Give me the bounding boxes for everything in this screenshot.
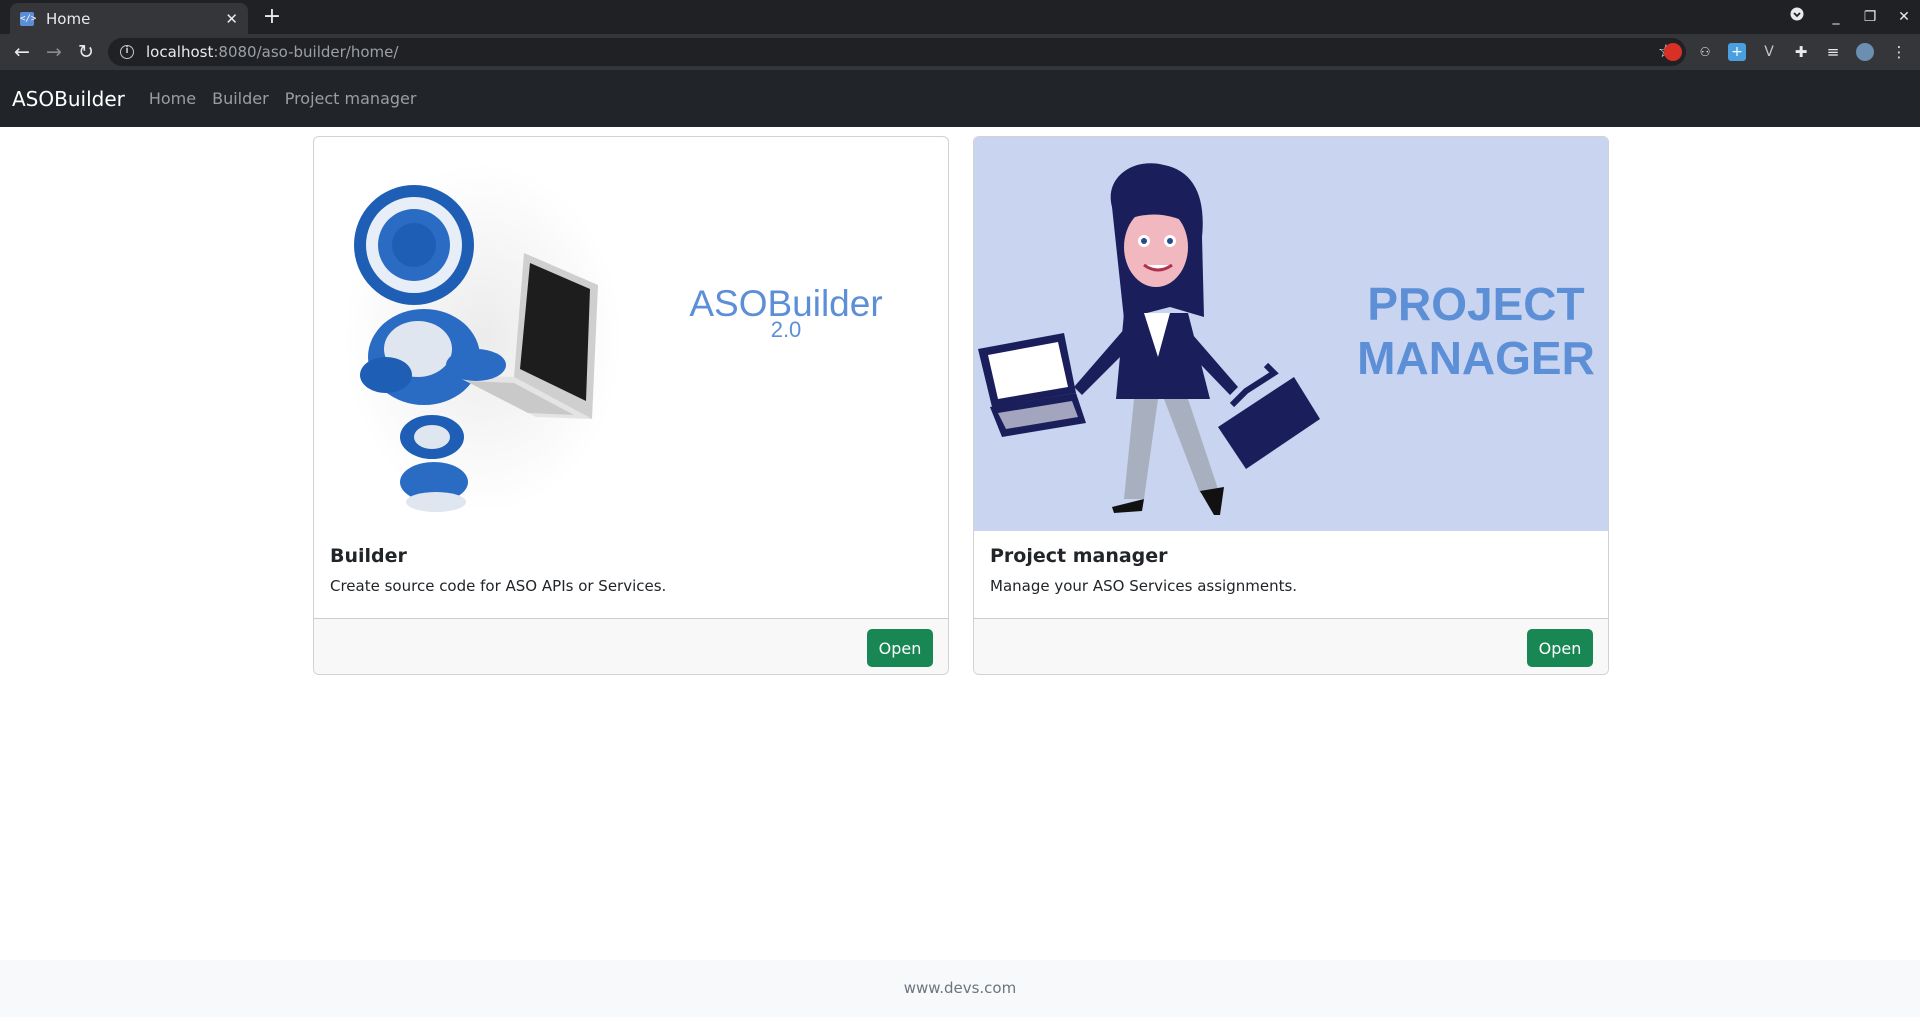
reload-icon[interactable]: ↻ [74,40,98,64]
navbar-brand[interactable]: ASOBuilder [12,87,125,111]
code-favicon-icon: </> [20,11,37,26]
url-path: :8080/aso-builder/home/ [213,43,399,61]
project-manager-card-text: Manage your ASO Services assignments. [990,577,1298,595]
builder-image-version: 2.0 [770,317,802,342]
extension-v-icon[interactable]: V [1760,43,1778,61]
project-manager-card-footer: Open [974,618,1608,674]
new-tab-icon[interactable]: + [258,4,286,30]
project-manager-card: PROJECT MANAGER Project manager Manage y… [973,136,1609,675]
builder-card: ASOBuilder 2.0 Builder Create source cod… [313,136,949,675]
url-host: localhost [146,43,214,61]
reading-list-icon[interactable]: ≡ [1824,43,1842,61]
extensions-puzzle-icon[interactable]: ✚ [1792,43,1810,61]
builder-open-button[interactable]: Open [867,629,933,667]
builder-card-title: Builder [330,545,407,567]
page-footer: www.devs.com [0,960,1920,1017]
builder-card-footer: Open [314,618,948,674]
app-navbar: ASOBuilder Home Builder Project manager [0,70,1920,127]
minimize-icon[interactable]: _ [1825,6,1847,28]
extension-red-icon[interactable] [1664,43,1682,61]
browser-tab[interactable]: </> Home ✕ [10,3,248,34]
nav-link-home[interactable]: Home [149,89,196,108]
address-bar[interactable]: i localhost:8080/aso-builder/home/ ☆ [108,38,1686,66]
project-manager-image-line1: PROJECT [1367,278,1585,330]
project-manager-image-line2: MANAGER [1357,332,1595,384]
footer-text: www.devs.com [903,979,1017,997]
builder-card-text: Create source code for ASO APIs or Servi… [330,577,667,595]
browser-tabstrip: </> Home ✕ + _ ❐ ✕ [0,0,1920,34]
nav-link-builder[interactable]: Builder [212,89,269,108]
extension-glasses-icon[interactable]: ⚇ [1696,43,1714,61]
close-window-icon[interactable]: ✕ [1893,6,1915,28]
back-icon[interactable]: ← [10,40,34,64]
browser-toolbar: ← → ↻ i localhost:8080/aso-builder/home/… [0,34,1920,70]
builder-card-image: ASOBuilder 2.0 [314,137,948,531]
info-icon[interactable]: i [120,45,134,59]
project-manager-card-title: Project manager [990,545,1168,567]
builder-card-body: Builder Create source code for ASO APIs … [314,531,948,620]
close-tab-icon[interactable]: ✕ [225,10,238,28]
restore-icon[interactable]: ❐ [1859,6,1881,28]
forward-icon[interactable]: → [42,40,66,64]
extension-plus-icon[interactable]: + [1728,43,1746,61]
tab-title: Home [46,9,91,28]
browser-menu-icon[interactable]: ⋮ [1890,43,1908,61]
profile-avatar-icon[interactable] [1856,43,1874,61]
project-manager-card-body: Project manager Manage your ASO Services… [974,531,1608,620]
nav-link-project-manager[interactable]: Project manager [285,89,417,108]
project-manager-open-button[interactable]: Open [1527,629,1593,667]
tab-search-icon[interactable] [1786,6,1808,28]
project-manager-card-image: PROJECT MANAGER [974,137,1608,531]
